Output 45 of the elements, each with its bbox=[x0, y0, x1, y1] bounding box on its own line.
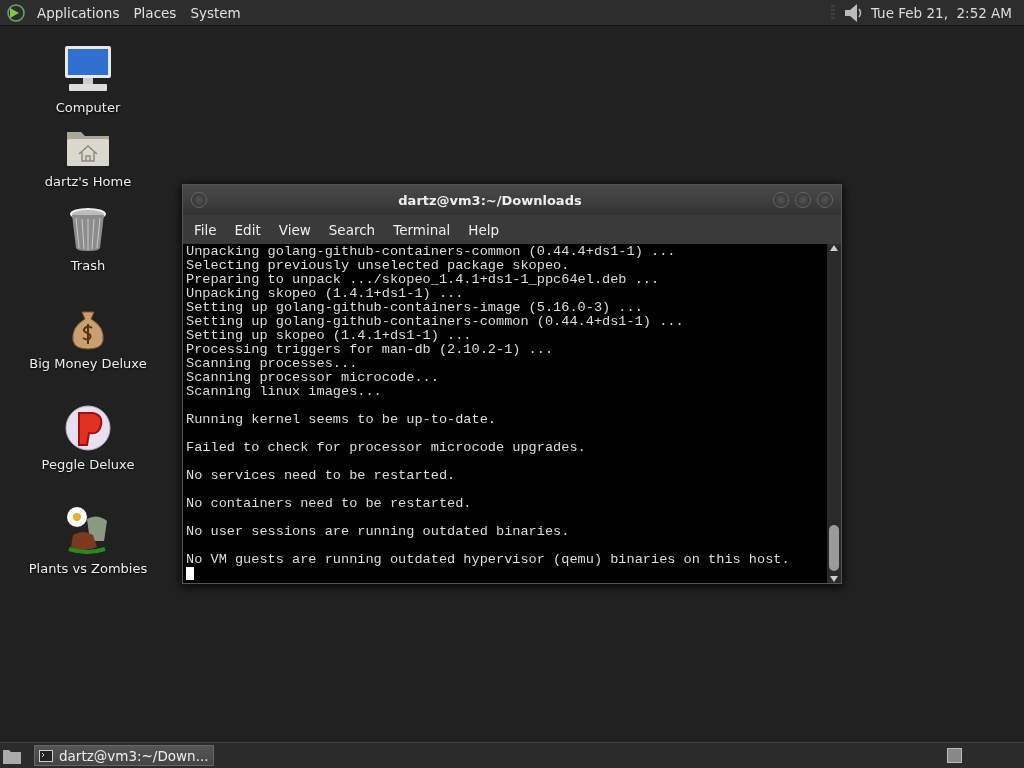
terminal-output-line: No VM guests are running outdated hypervisor (qemu) binaries on this host. bbox=[186, 553, 791, 567]
terminal-output-line: Unpacking skopeo (1.4.1+ds1-1) ... bbox=[186, 287, 465, 301]
terminal-output-line: Setting up golang-github-containers-image (5.16.0-3) ... bbox=[186, 301, 644, 315]
distro-logo-icon[interactable] bbox=[6, 2, 26, 23]
terminal-output-line: Setting up golang-github-containers-common (0.44.4+ds1-1) ... bbox=[186, 315, 685, 329]
desktop-icon-label[interactable]: dartz's Home bbox=[44, 174, 132, 189]
workspace-switcher[interactable] bbox=[947, 748, 962, 763]
terminal-output-line: Running kernel seems to be up-to-date. bbox=[186, 413, 497, 427]
desktop-icon-label[interactable]: Trash bbox=[70, 258, 106, 273]
panel-menu[interactable]: Places bbox=[126, 4, 184, 21]
terminal-output-line: Scanning processor microcode... bbox=[186, 371, 440, 385]
terminal-output-line: No services need to be restarted. bbox=[186, 469, 457, 483]
desktop-icon-label[interactable]: Plants vs Zombies bbox=[28, 561, 148, 576]
task-button[interactable]: dartz@vm3:~/Down... bbox=[34, 745, 214, 766]
desktop-icon-label[interactable]: Big Money Deluxe bbox=[29, 356, 147, 371]
terminal-output-line: Scanning linux images... bbox=[186, 385, 383, 399]
window-title: dartz@vm3:~/Downloads bbox=[397, 192, 583, 208]
trash-icon bbox=[69, 208, 107, 252]
terminal-output-line: Failed to check for processor microcode upgrades. bbox=[186, 441, 587, 455]
terminal-output-line: No user sessions are running outdated binaries. bbox=[186, 525, 571, 539]
terminal-icon bbox=[39, 749, 53, 762]
terminal-output-line: Preparing to unpack .../skopeo_1.4.1+ds1-1_ppc64el.deb ... bbox=[186, 273, 661, 287]
menu-item[interactable]: Terminal bbox=[384, 221, 460, 238]
terminal-output-line: Processing triggers for man-db (2.10.2-1) ... bbox=[186, 343, 555, 357]
menu-item[interactable]: Help bbox=[459, 221, 509, 238]
terminal-output-line: Selecting previously unselected package skopeo. bbox=[186, 259, 571, 273]
terminal-output-line: Scanning processes... bbox=[186, 357, 359, 371]
menu-item[interactable]: Edit bbox=[225, 221, 270, 238]
menu-item[interactable]: File bbox=[185, 221, 226, 238]
terminal-output-line: Unpacking golang-github-containers-common (0.44.4+ds1-1) ... bbox=[186, 245, 677, 259]
money-bag-icon bbox=[70, 310, 106, 350]
terminal-output-line: Setting up skopeo (1.4.1+ds1-1) ... bbox=[186, 329, 473, 343]
menu-item[interactable]: Search bbox=[319, 221, 385, 238]
computer-icon bbox=[63, 44, 113, 94]
scrollbar-thumb[interactable] bbox=[829, 525, 839, 571]
terminal-output-line: No containers need to be restarted. bbox=[186, 497, 473, 511]
desktop-icon-label[interactable]: Peggle Deluxe bbox=[41, 457, 135, 472]
menu-item[interactable]: View bbox=[269, 221, 320, 238]
clock[interactable]: Tue Feb 21, 2:52 AM bbox=[866, 4, 1018, 21]
text-cursor bbox=[186, 567, 194, 580]
panel-menu[interactable]: System bbox=[183, 4, 248, 21]
panel-menu[interactable]: Applications bbox=[30, 4, 127, 21]
ball-icon bbox=[65, 405, 111, 451]
desktop-icon-label[interactable]: Computer bbox=[55, 100, 121, 115]
scroll-down-icon[interactable] bbox=[829, 575, 839, 583]
